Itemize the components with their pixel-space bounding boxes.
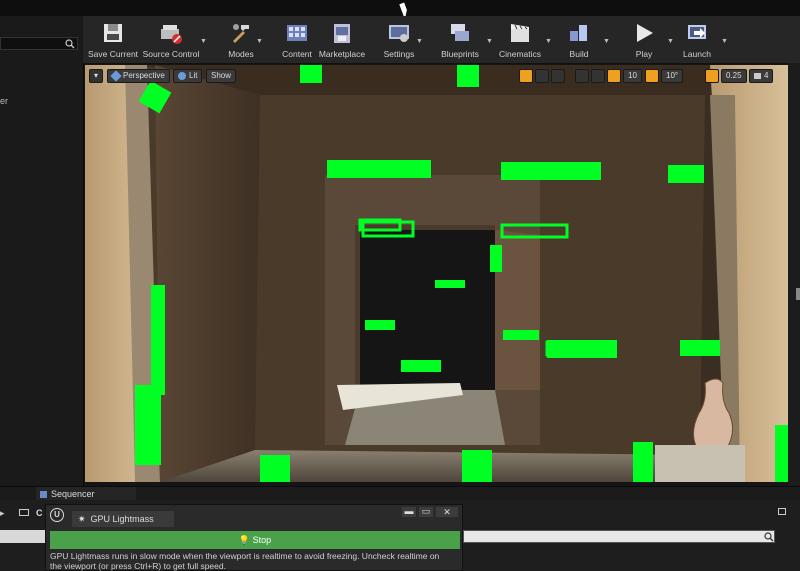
lock-icon[interactable] (778, 508, 786, 515)
grid-snap-label: 10 (628, 71, 637, 80)
stop-button[interactable]: 💡 Stop (50, 531, 460, 549)
perspective-cube-icon (110, 70, 122, 82)
cinematics-label: Cinematics (498, 49, 542, 59)
folder-icon[interactable] (19, 509, 29, 516)
camera-speed-button[interactable]: 4 (749, 69, 774, 83)
blueprints-label: Blueprints (441, 49, 479, 59)
rotation-snap-value[interactable]: 10° (661, 69, 684, 83)
camera-speed-label: 4 (764, 71, 769, 80)
show-label: Show (211, 71, 232, 80)
build-label: Build (569, 49, 589, 59)
maximize-icon[interactable]: ▭ (419, 507, 433, 517)
main-toolbar: Save Current Source Control ▼ Modes ▼ Co… (83, 16, 800, 64)
cinematics-icon (511, 24, 529, 42)
launch-icon (688, 25, 706, 39)
modes-icon (233, 24, 249, 43)
nav-arrow-icon[interactable]: ▸ (0, 508, 5, 519)
content-button[interactable]: Content (277, 16, 317, 63)
lit-button[interactable]: Lit (173, 69, 203, 83)
modes-label: Modes (228, 49, 254, 59)
camera-icon (754, 73, 761, 79)
viewport-scene (85, 65, 788, 482)
perspective-label: Perspective (123, 71, 165, 80)
content-label: Content (282, 49, 312, 59)
modes-dropdown-arrow[interactable]: ▼ (256, 38, 263, 45)
perspective-button[interactable]: Perspective (107, 69, 170, 83)
sequencer-tab[interactable]: Sequencer (36, 487, 136, 501)
save-current-label: Save Current (87, 49, 139, 59)
left-search-input[interactable] (0, 37, 78, 50)
gpu-lightmass-tab[interactable]: ✷ GPU Lightmass (72, 511, 174, 527)
left-filter-bar[interactable] (0, 530, 45, 543)
rotation-snap-label: 10° (666, 71, 679, 80)
right-scrollbar[interactable] (796, 288, 800, 300)
gpu-lightmass-star-icon: ✷ (78, 513, 86, 524)
gpu-lightmass-title: GPU Lightmass (90, 514, 154, 524)
search-icon (65, 39, 75, 49)
play-button[interactable]: Play (624, 16, 664, 63)
grid-snap-icon[interactable] (607, 69, 621, 83)
launch-dropdown-arrow[interactable]: ▼ (721, 38, 728, 45)
scale-snap-value[interactable]: 0.25 (721, 69, 747, 83)
source-control-button[interactable]: Source Control (141, 16, 201, 63)
world-space-icon[interactable] (575, 69, 589, 83)
show-button[interactable]: Show (206, 69, 237, 83)
content-search-input[interactable] (463, 530, 775, 543)
viewport-options-button[interactable]: ▾ (89, 69, 103, 83)
lightbulb-icon: 💡 (238, 535, 251, 545)
launch-label: Launch (683, 49, 711, 59)
play-label: Play (635, 49, 653, 59)
translate-icon[interactable] (519, 69, 533, 83)
minimize-icon[interactable]: ▬ (402, 507, 416, 517)
content-icon (287, 25, 307, 41)
source-control-dropdown-arrow[interactable]: ▼ (200, 38, 207, 45)
blueprints-dropdown-arrow[interactable]: ▼ (486, 38, 493, 45)
rotation-snap-icon[interactable] (645, 69, 659, 83)
build-button[interactable]: Build (559, 16, 599, 63)
play-dropdown-arrow[interactable]: ▼ (667, 38, 674, 45)
gpu-lightmass-message: GPU Lightmass runs in slow mode when the… (50, 551, 440, 571)
launch-button[interactable]: Launch (677, 16, 717, 63)
right-panel (788, 63, 800, 486)
scale-snap-icon[interactable] (705, 69, 719, 83)
rotate-icon[interactable] (535, 69, 549, 83)
level-viewport[interactable]: ▾ Perspective Lit Show 10 10° 0.25 4 (85, 65, 788, 482)
grid-snap-value[interactable]: 10 (623, 69, 642, 83)
modes-button[interactable]: Modes (221, 16, 261, 63)
marketplace-label: Marketplace (318, 49, 366, 59)
build-dropdown-arrow[interactable]: ▼ (603, 38, 610, 45)
lit-sphere-icon (178, 72, 186, 80)
scale-snap-label: 0.25 (726, 71, 742, 80)
blueprints-icon (451, 24, 469, 41)
left-panel: er (0, 16, 84, 486)
close-icon[interactable]: ✕ (436, 507, 458, 517)
content-search-icon (764, 532, 774, 542)
settings-dropdown-arrow[interactable]: ▼ (416, 38, 423, 45)
bottom-tab-bar: Sequencer (0, 486, 800, 501)
lit-label: Lit (189, 71, 198, 80)
scale-icon[interactable] (551, 69, 565, 83)
cinematics-dropdown-arrow[interactable]: ▼ (545, 38, 552, 45)
left-panel-text: er (0, 96, 9, 106)
title-bar (0, 0, 800, 20)
cinematics-button[interactable]: Cinematics (495, 16, 545, 63)
blueprints-button[interactable]: Blueprints (435, 16, 485, 63)
settings-button[interactable]: Settings (379, 16, 419, 63)
marketplace-button[interactable]: Marketplace (317, 16, 367, 63)
save-icon (104, 24, 122, 42)
stop-label: Stop (252, 535, 272, 545)
build-icon (570, 25, 587, 41)
unreal-logo-icon: U (50, 508, 64, 522)
save-current-button[interactable]: Save Current (87, 16, 139, 63)
source-control-label: Source Control (142, 49, 200, 59)
sequencer-tab-label: Sequencer (51, 489, 95, 499)
surface-snapping-icon[interactable] (591, 69, 605, 83)
content-tab-partial[interactable]: C (36, 508, 43, 518)
settings-label: Settings (383, 49, 415, 59)
marketplace-icon (334, 24, 350, 43)
play-icon (637, 24, 653, 42)
settings-icon (389, 25, 409, 42)
source-control-icon (161, 25, 182, 44)
sequencer-icon (40, 490, 47, 498)
